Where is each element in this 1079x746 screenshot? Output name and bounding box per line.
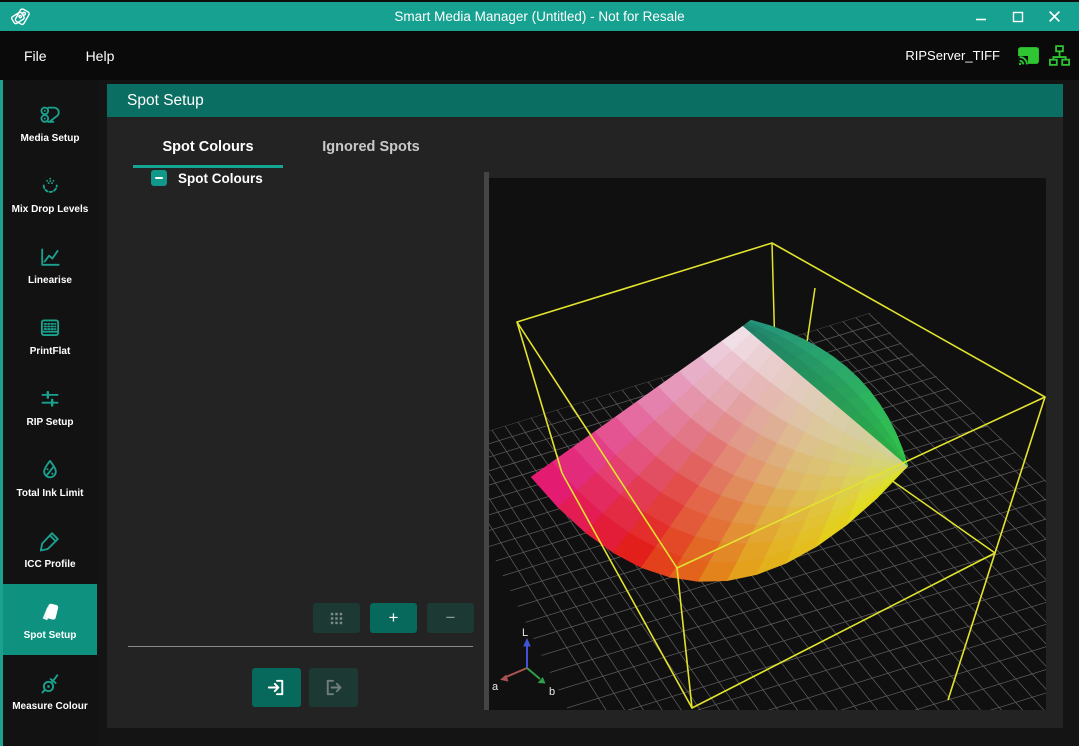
grid-view-button[interactable] xyxy=(313,603,360,633)
axis-label-l: L xyxy=(522,627,528,639)
tab-ignored-spots[interactable]: Ignored Spots xyxy=(310,131,432,168)
import-button[interactable] xyxy=(252,668,301,707)
media-setup-icon xyxy=(37,102,63,128)
export-icon xyxy=(322,676,345,699)
sidebar-item-total-ink-limit[interactable]: Total Ink Limit xyxy=(3,442,97,513)
total-ink-limit-icon xyxy=(37,457,63,483)
panel-header: Spot Setup xyxy=(107,84,1063,117)
axis-label-a: a xyxy=(492,681,499,693)
sidebar-item-printflat[interactable]: PrintFlat xyxy=(3,300,97,371)
sidebar-item-media-setup[interactable]: Media Setup xyxy=(3,87,97,158)
main-area: Spot Setup Spot Colours Ignored Spots Sp… xyxy=(97,80,1079,746)
cast-icon[interactable] xyxy=(1016,43,1041,68)
tab-row: Spot Colours Ignored Spots xyxy=(133,131,432,168)
window-title: Smart Media Manager (Untitled) - Not for… xyxy=(0,9,1079,24)
icc-profile-icon xyxy=(37,528,63,554)
import-icon xyxy=(265,676,288,699)
divider xyxy=(128,646,473,647)
maximize-button[interactable] xyxy=(999,2,1036,31)
tree-item-label: Spot Colours xyxy=(178,171,263,186)
spot-toolbar: + − xyxy=(313,603,474,633)
add-spot-button[interactable]: + xyxy=(370,603,417,633)
menu-bar: File Help RIPServer_TIFF xyxy=(0,31,1079,80)
sidebar-item-rip-setup[interactable]: RIP Setup xyxy=(3,371,97,442)
tab-spot-colours[interactable]: Spot Colours xyxy=(133,131,283,168)
sidebar: Media SetupMix Drop LevelsLinearisePrint… xyxy=(0,80,97,746)
network-icon[interactable] xyxy=(1047,43,1072,68)
remove-spot-button[interactable]: − xyxy=(427,603,474,633)
linearise-icon xyxy=(37,244,63,270)
tree-item-spot-colours[interactable]: Spot Colours xyxy=(151,170,263,186)
close-button[interactable] xyxy=(1036,2,1073,31)
export-button[interactable] xyxy=(309,668,358,707)
printflat-icon xyxy=(37,315,63,341)
grid-icon xyxy=(328,610,345,627)
rip-setup-icon xyxy=(37,386,63,412)
sidebar-item-linearise[interactable]: Linearise xyxy=(3,229,97,300)
sidebar-item-icc-profile[interactable]: ICC Profile xyxy=(3,513,97,584)
tree-collapse-icon[interactable] xyxy=(151,170,167,186)
menu-help[interactable]: Help xyxy=(80,44,121,68)
menu-file[interactable]: File xyxy=(18,44,53,68)
io-toolbar xyxy=(252,668,358,707)
measure-colour-icon xyxy=(37,670,63,696)
spot-setup-panel: Spot Setup Spot Colours Ignored Spots Sp… xyxy=(107,84,1063,728)
gamut-3d-viewport[interactable]: La b xyxy=(489,178,1046,710)
rip-server-label: RIPServer_TIFF xyxy=(905,48,1000,63)
spot-setup-icon xyxy=(37,599,63,625)
title-bar: Smart Media Manager (Untitled) - Not for… xyxy=(0,0,1079,31)
sidebar-item-measure-colour[interactable]: Measure Colour xyxy=(3,655,97,726)
sidebar-item-spot-setup[interactable]: Spot Setup xyxy=(3,584,97,655)
minimize-button[interactable] xyxy=(962,2,999,31)
mix-drop-levels-icon xyxy=(37,173,63,199)
sidebar-item-mix-drop-levels[interactable]: Mix Drop Levels xyxy=(3,158,97,229)
axis-label-b: b xyxy=(549,686,555,698)
